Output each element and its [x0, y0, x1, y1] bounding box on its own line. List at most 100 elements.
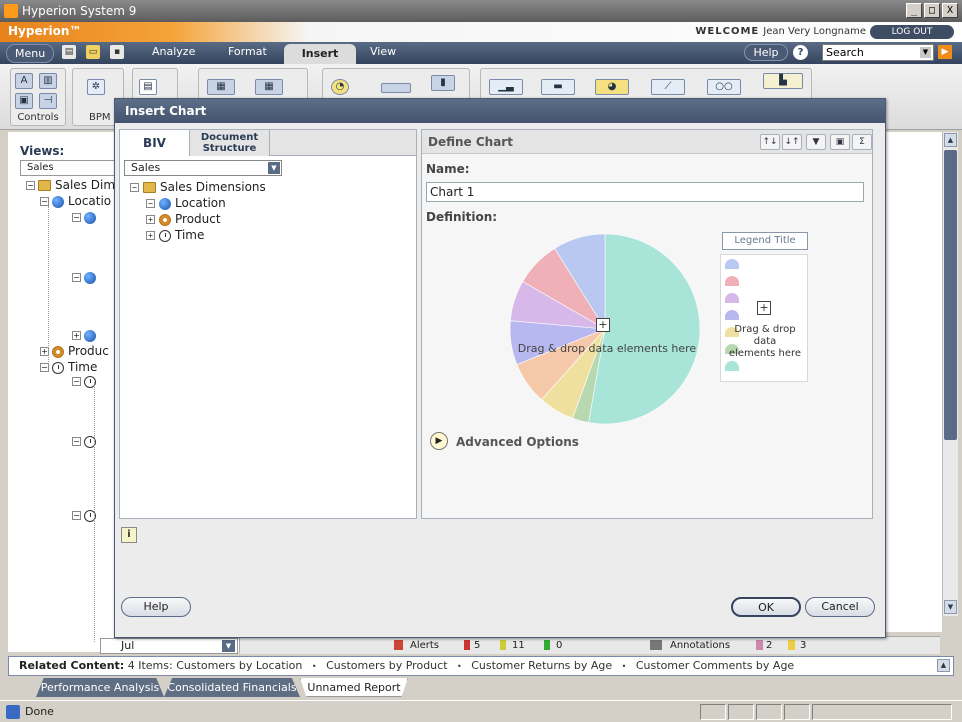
tree-node-sales-dimensions[interactable]: − Sales Dimensions	[130, 180, 266, 194]
alerts-label[interactable]: Alerts	[410, 640, 439, 651]
cancel-button[interactable]: Cancel	[805, 597, 875, 617]
line-chart-icon[interactable]: ⟋	[651, 79, 685, 95]
tab-document-structure[interactable]: Document Structure	[190, 130, 270, 156]
new-document-icon[interactable]: ▤	[62, 45, 76, 59]
menu-button[interactable]: Menu	[6, 44, 55, 63]
add-legend-plus-icon[interactable]: +	[757, 301, 771, 315]
bg-tree-node[interactable]: +	[72, 328, 100, 342]
chevron-down-icon[interactable]: ▼	[268, 162, 280, 174]
tab-view[interactable]: View	[370, 45, 396, 58]
logout-button[interactable]: LOG OUT	[870, 25, 954, 39]
sort-ascending-icon[interactable]: ↑↓	[760, 134, 780, 150]
chevron-down-icon[interactable]: ▼	[920, 47, 931, 58]
table-icon[interactable]: ▦	[255, 79, 283, 95]
pie-chart-icon[interactable]: ◕	[595, 79, 629, 95]
search-go-icon[interactable]: ▶	[938, 45, 952, 59]
close-button[interactable]: X	[942, 3, 958, 18]
bar-gauge-icon[interactable]	[381, 83, 411, 93]
annotations-icon	[650, 640, 662, 653]
folder-icon	[143, 182, 156, 193]
filter-icon[interactable]: ▼	[806, 134, 826, 150]
annotation-b-count: 3	[800, 640, 807, 651]
add-data-plus-icon[interactable]: +	[596, 318, 610, 332]
scroll-thumb[interactable]	[944, 150, 957, 440]
expand-icon[interactable]: +	[146, 215, 155, 224]
thermometer-icon[interactable]: ▮	[431, 75, 455, 91]
maximize-button[interactable]: □	[924, 3, 940, 18]
sort-descending-icon[interactable]: ↓↑	[782, 134, 802, 150]
welcome-label: WELCOME	[695, 26, 760, 37]
sum-icon[interactable]: Σ	[852, 134, 872, 150]
bg-tree-product[interactable]: + Produc	[40, 344, 109, 358]
tree-node-location[interactable]: − Location	[146, 196, 226, 210]
legend-drop-zone[interactable]: +	[720, 254, 808, 382]
hbar-chart-icon[interactable]: ▬	[541, 79, 575, 95]
help-question-icon[interactable]: ?	[793, 45, 808, 60]
bg-tree-node[interactable]: −	[72, 434, 100, 448]
textbox-icon[interactable]: ▥	[39, 73, 57, 89]
dialog-help-button[interactable]: Help	[121, 597, 191, 617]
scroll-up-icon[interactable]: ▲	[944, 133, 957, 147]
collapse-icon[interactable]: −	[130, 183, 139, 192]
bg-tree-node[interactable]: −	[72, 270, 100, 284]
tab-insert[interactable]: Insert	[284, 44, 356, 64]
related-item-returns[interactable]: Customer Returns by Age	[471, 659, 612, 672]
views-select[interactable]: Sales	[20, 160, 120, 176]
text-label-icon[interactable]: A	[15, 73, 33, 89]
bubble-chart-icon[interactable]: ○○	[707, 79, 741, 95]
slider-control-icon[interactable]: ⊣	[39, 93, 57, 109]
bg-tree-node[interactable]: −	[72, 374, 100, 388]
alert-yellow-icon	[500, 640, 506, 653]
biv-panel: BIV Document Structure Sales ▼ − Sales Dim…	[119, 129, 417, 519]
expand-icon[interactable]: +	[146, 231, 155, 240]
minimize-button[interactable]: _	[906, 3, 922, 18]
collapse-icon[interactable]: −	[146, 199, 155, 208]
legend-swatch	[725, 310, 739, 320]
vertical-scrollbar[interactable]: ▲ ▼	[942, 132, 958, 616]
month-select[interactable]: Jul ▼	[100, 638, 238, 654]
advanced-options-link[interactable]: Advanced Options	[456, 435, 579, 449]
open-folder-icon[interactable]: ▭	[86, 45, 100, 59]
collapse-up-icon[interactable]: ▲	[937, 659, 950, 672]
tab-performance-analysis[interactable]: Performance Analysis	[36, 678, 164, 697]
ok-button[interactable]: OK	[731, 597, 801, 617]
search-input[interactable]: Search ▼	[822, 44, 934, 61]
related-item-product[interactable]: Customers by Product	[326, 659, 447, 672]
name-label: Name:	[426, 162, 470, 176]
bar-chart-icon[interactable]: ▁▃	[489, 79, 523, 95]
related-item-location[interactable]: 4 Items: Customers by Location	[128, 659, 303, 672]
info-icon[interactable]: i	[121, 527, 137, 543]
scroll-down-icon[interactable]: ▼	[944, 600, 957, 614]
help-button[interactable]: Help	[744, 44, 788, 61]
tab-unnamed-report[interactable]: Unnamed Report	[300, 678, 408, 697]
menu-bar: Menu ▤ ▭ ▪ Analyze Format Insert View He…	[0, 42, 962, 64]
expand-arrow-icon[interactable]: ▶	[430, 432, 448, 450]
tab-consolidated-financials[interactable]: Consolidated Financials	[164, 678, 300, 697]
lock-icon[interactable]: ▣	[830, 134, 850, 150]
related-item-comments[interactable]: Customer Comments by Age	[636, 659, 794, 672]
report-icon[interactable]: ▤	[139, 79, 157, 95]
status-cell	[728, 704, 754, 720]
biv-data-source-select[interactable]: Sales ▼	[124, 160, 282, 176]
bg-tree-node[interactable]: −	[72, 508, 100, 522]
bg-tree-sales[interactable]: − Sales Dim	[26, 178, 115, 192]
annotations-label[interactable]: Annotations	[670, 640, 730, 651]
grid-icon[interactable]: ▦	[207, 79, 235, 95]
chart-name-input[interactable]: Chart 1	[426, 182, 864, 202]
tab-analyze[interactable]: Analyze	[152, 45, 195, 58]
combo-chart-icon[interactable]: ▙	[763, 73, 803, 89]
bg-tree-node[interactable]: −	[72, 210, 100, 224]
tree-node-time[interactable]: + Time	[146, 228, 204, 242]
tab-format[interactable]: Format	[228, 45, 267, 58]
legend-title-input[interactable]: Legend Title	[722, 232, 808, 250]
bg-tree-location[interactable]: − Locatio	[40, 194, 111, 208]
chevron-down-icon[interactable]: ▼	[222, 640, 235, 652]
definition-label: Definition:	[426, 210, 498, 224]
image-control-icon[interactable]: ▣	[15, 93, 33, 109]
legend-drop-line1: Drag & drop data	[734, 324, 796, 347]
save-icon[interactable]: ▪	[110, 45, 124, 59]
tree-node-product[interactable]: + Product	[146, 212, 221, 226]
bpm-network-icon[interactable]: ✲	[87, 79, 105, 95]
tab-biv[interactable]: BIV	[120, 130, 190, 156]
gauge-icon[interactable]: ◔	[331, 79, 349, 95]
